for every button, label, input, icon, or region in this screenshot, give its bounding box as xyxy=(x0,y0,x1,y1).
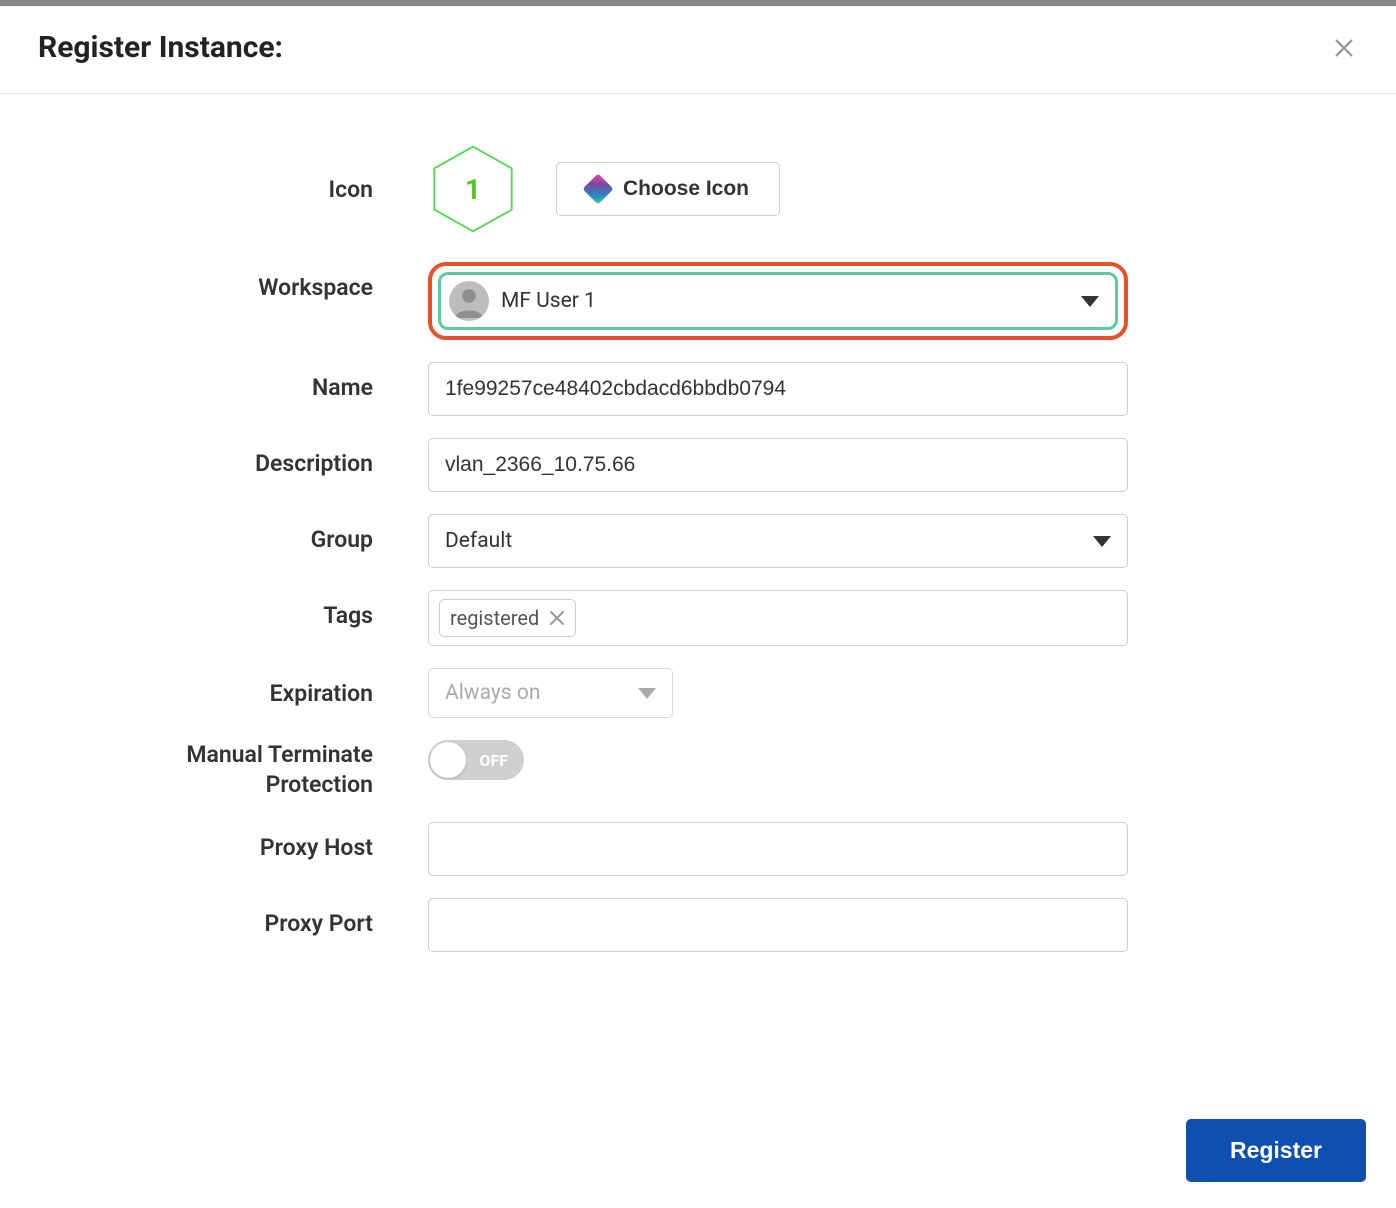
form-row-workspace: Workspace MF User 1 xyxy=(38,262,1358,340)
form-row-description: Description xyxy=(38,438,1358,492)
tag-label: registered xyxy=(450,606,539,630)
toggle-state-label: OFF xyxy=(479,751,508,770)
label-group: Group xyxy=(38,514,428,553)
label-manual-terminate-protection: Manual Terminate Protection xyxy=(38,740,428,800)
description-input[interactable] xyxy=(428,438,1128,492)
toggle-knob xyxy=(430,742,466,778)
close-button[interactable] xyxy=(1330,34,1358,62)
form-row-manual-terminate-protection: Manual Terminate Protection OFF xyxy=(38,740,1358,800)
label-proxy-port: Proxy Port xyxy=(38,898,428,937)
name-input[interactable] xyxy=(428,362,1128,416)
tag-remove-button[interactable] xyxy=(549,610,565,626)
icon-preview-hexagon: 1 xyxy=(428,144,518,234)
form-row-proxy-host: Proxy Host xyxy=(38,822,1358,876)
label-name: Name xyxy=(38,362,428,401)
choose-icon-label: Choose Icon xyxy=(623,177,749,201)
group-select[interactable]: Default xyxy=(428,514,1128,568)
chevron-down-icon xyxy=(638,688,656,699)
workspace-value: MF User 1 xyxy=(501,289,1069,313)
close-icon xyxy=(1333,37,1355,59)
dialog-header: Register Instance: xyxy=(0,6,1396,94)
form-container: Icon 1 Choose Icon Workspace xyxy=(0,94,1396,994)
user-avatar-icon xyxy=(449,281,489,321)
label-expiration: Expiration xyxy=(38,668,428,707)
label-proxy-host: Proxy Host xyxy=(38,822,428,861)
form-row-proxy-port: Proxy Port xyxy=(38,898,1358,952)
label-tags: Tags xyxy=(38,590,428,629)
form-row-expiration: Expiration Always on xyxy=(38,668,1358,718)
dialog-footer: Register xyxy=(0,1093,1396,1208)
group-value: Default xyxy=(445,529,512,553)
label-workspace: Workspace xyxy=(38,262,428,301)
form-row-group: Group Default xyxy=(38,514,1358,568)
dialog-title: Register Instance: xyxy=(38,30,283,65)
color-cube-icon xyxy=(582,173,613,204)
form-row-name: Name xyxy=(38,362,1358,416)
choose-icon-button[interactable]: Choose Icon xyxy=(556,162,780,216)
register-button[interactable]: Register xyxy=(1186,1119,1366,1182)
proxy-host-input[interactable] xyxy=(428,822,1128,876)
tag-chip: registered xyxy=(439,599,576,637)
chevron-down-icon xyxy=(1093,536,1111,547)
close-icon xyxy=(549,610,565,626)
chevron-down-icon xyxy=(1081,296,1099,307)
expiration-value: Always on xyxy=(445,681,540,705)
proxy-port-input[interactable] xyxy=(428,898,1128,952)
tags-input[interactable]: registered xyxy=(428,590,1128,646)
form-row-tags: Tags registered xyxy=(38,590,1358,646)
manual-terminate-protection-toggle[interactable]: OFF xyxy=(428,740,524,780)
workspace-highlight-outline: MF User 1 xyxy=(428,262,1128,340)
label-description: Description xyxy=(38,438,428,477)
form-row-icon: Icon 1 Choose Icon xyxy=(38,144,1358,234)
icon-badge-number: 1 xyxy=(465,173,481,206)
label-icon: Icon xyxy=(38,176,428,203)
workspace-select[interactable]: MF User 1 xyxy=(438,272,1118,330)
expiration-select[interactable]: Always on xyxy=(428,668,673,718)
